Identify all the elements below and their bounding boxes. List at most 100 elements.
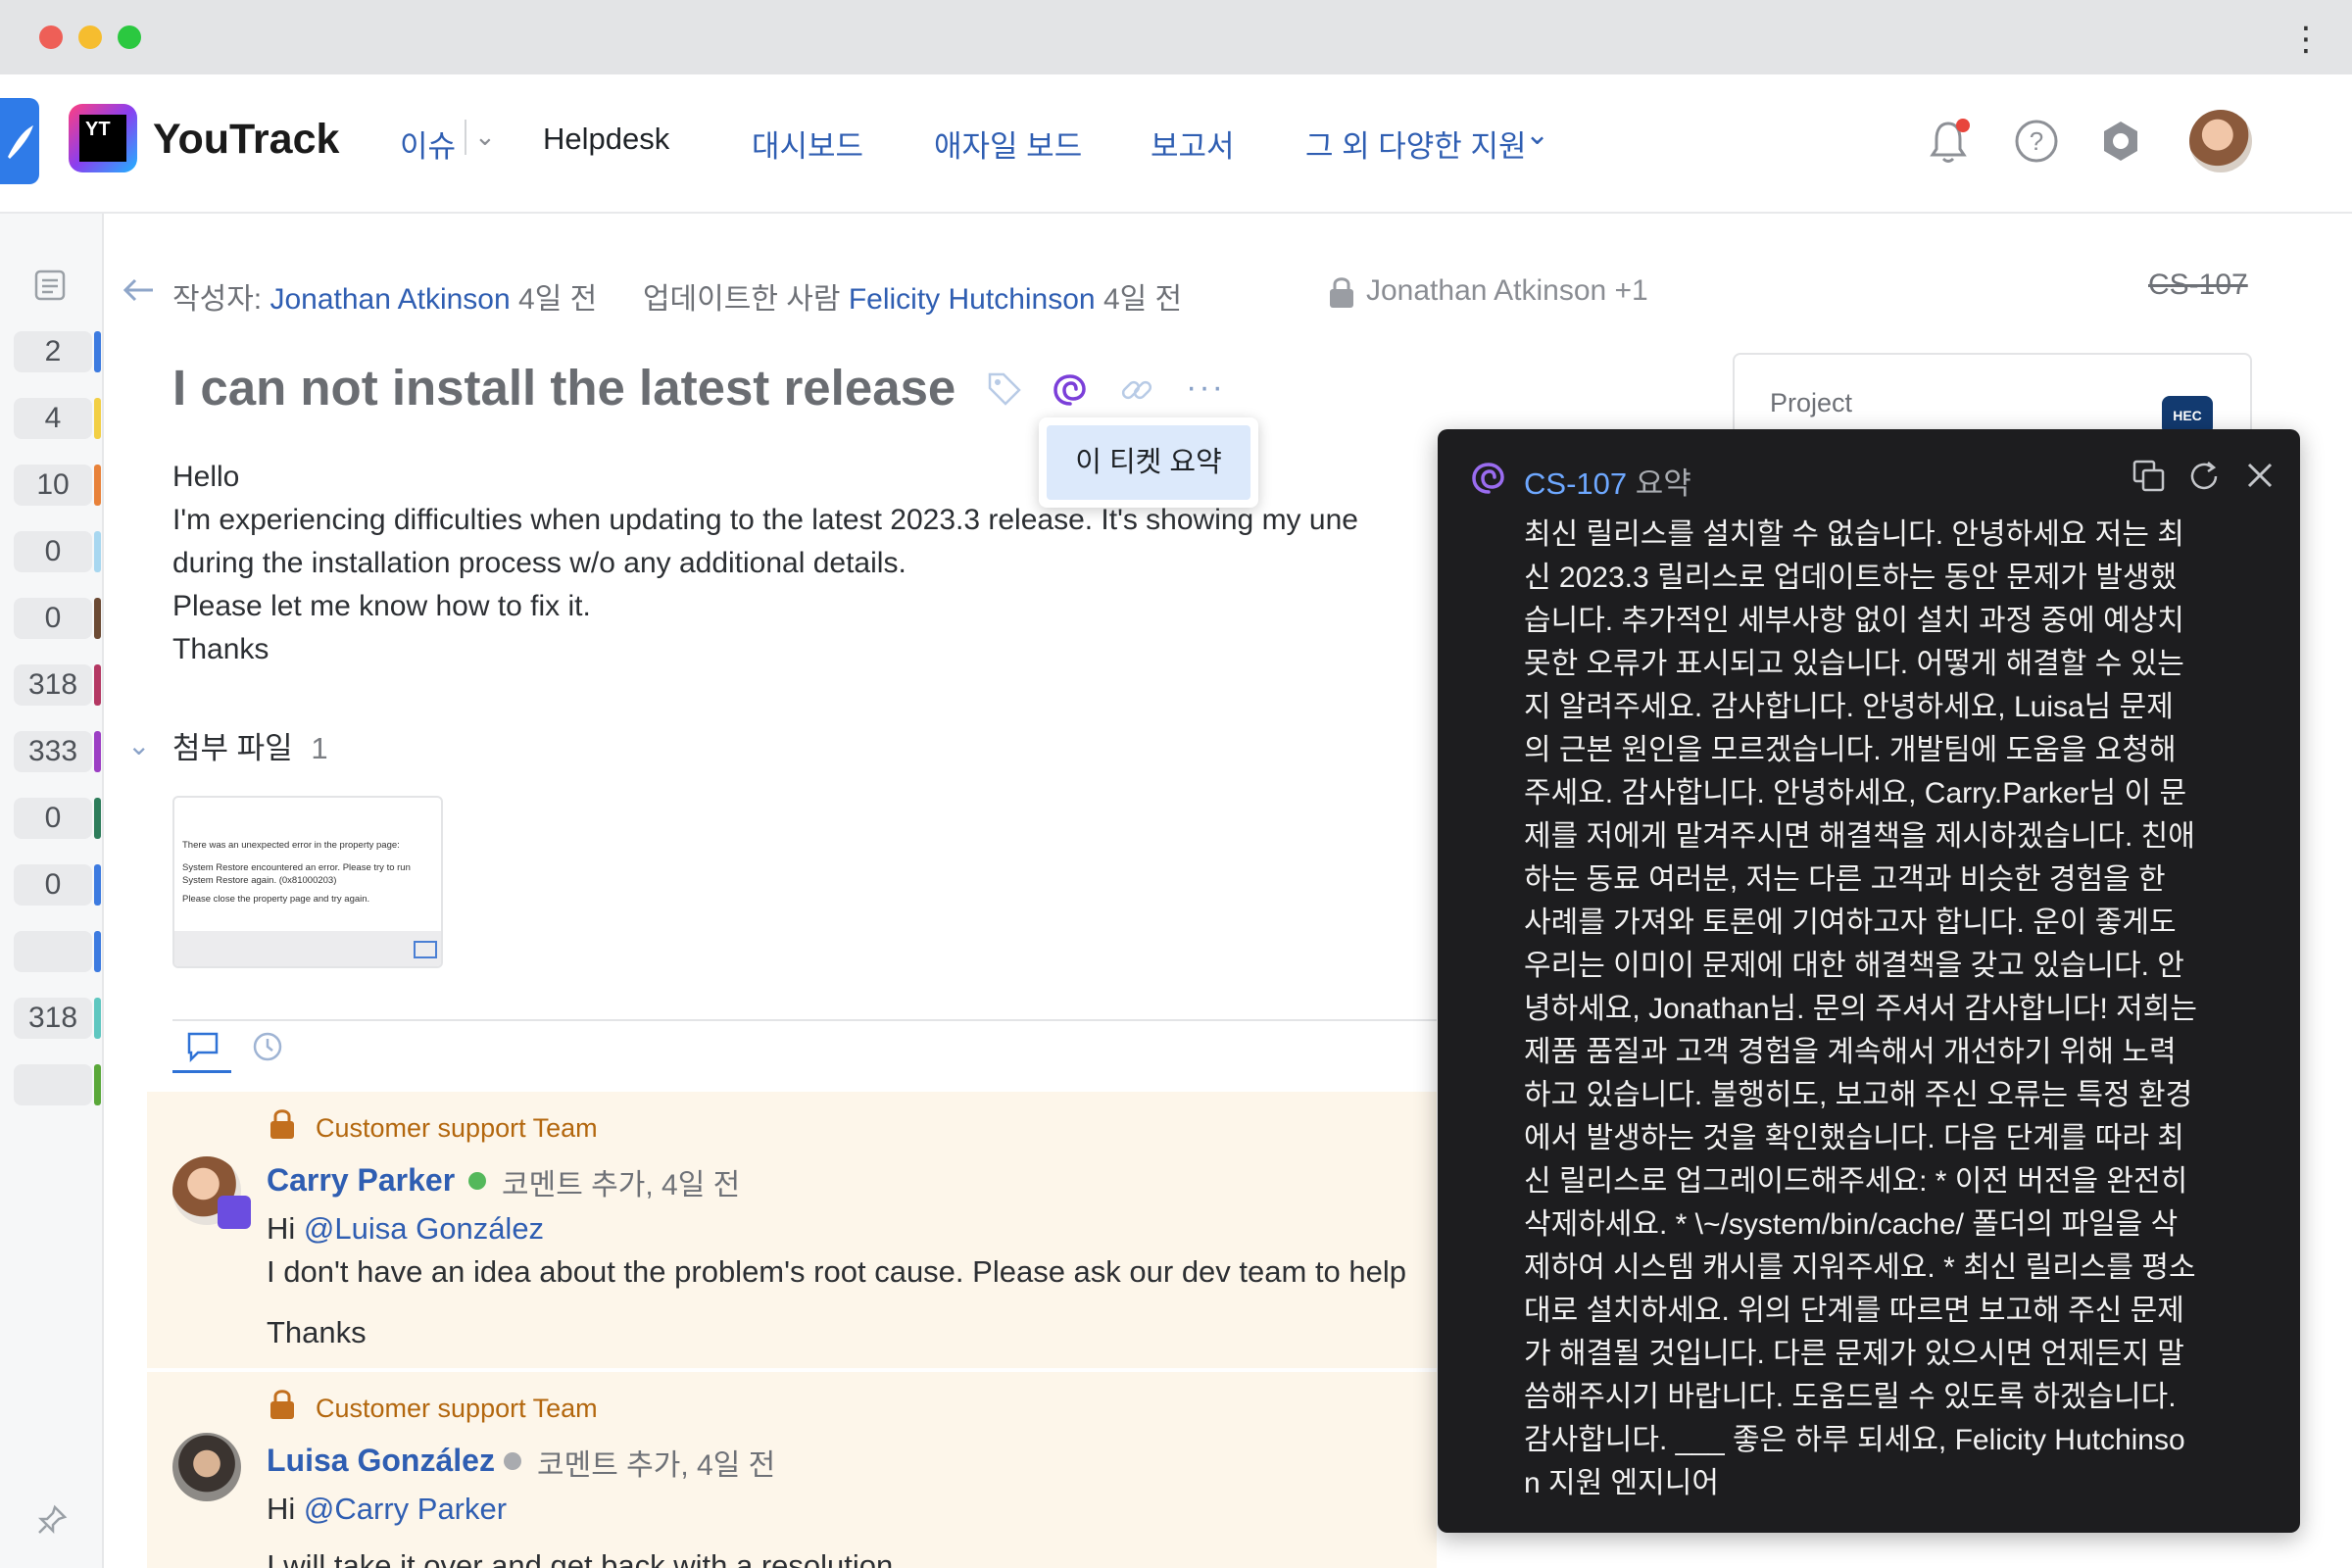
copy-icon[interactable]	[2132, 459, 2167, 499]
mention-link[interactable]: @Carry Parker	[304, 1492, 507, 1526]
brand-name: YouTrack	[153, 116, 340, 163]
color-marker	[94, 798, 101, 839]
maximize-window-button[interactable]	[118, 25, 141, 49]
close-window-button[interactable]	[39, 25, 63, 49]
window-titlebar: ⋮	[0, 0, 2352, 74]
top-navigation: YT YouTrack 이슈 ⌄ Helpdesk 대시보드 애자일 보드 보고…	[0, 74, 2352, 214]
saved-search-count[interactable]: 4	[14, 398, 92, 439]
pin-icon[interactable]	[35, 1503, 69, 1542]
color-marker	[94, 864, 101, 906]
comment-greeting: Hi	[267, 1492, 296, 1526]
chevron-down-icon[interactable]: ⌄	[127, 729, 150, 761]
nav-agile-boards[interactable]: 애자일 보드	[934, 122, 1082, 166]
saved-search-count[interactable]: 0	[14, 864, 92, 906]
updated-label: 업데이트한 사람	[642, 283, 841, 316]
lock-icon	[269, 1107, 296, 1146]
more-horizontal-icon[interactable]: ···	[1186, 368, 1225, 407]
color-marker	[94, 998, 101, 1039]
updater-link[interactable]: Felicity Hutchinson	[849, 283, 1096, 316]
chevron-down-icon[interactable]: ⌄	[474, 122, 496, 152]
thumb-text: Please close the property page and try a…	[182, 894, 370, 905]
saved-search-count[interactable]: 333	[14, 731, 92, 772]
summary-header: CS-107 요약	[1524, 459, 1691, 503]
color-marker	[94, 598, 101, 639]
tabs-divider	[172, 1019, 1437, 1021]
youtrack-logo[interactable]: YT	[69, 104, 137, 172]
comment-mention-line: Hi @Carry Parker	[267, 1492, 507, 1527]
nav-divider	[465, 120, 466, 155]
comments-tab-icon[interactable]	[186, 1031, 220, 1067]
ai-assistant-icon[interactable]	[1051, 370, 1090, 415]
project-field-label: Project	[1770, 388, 1853, 417]
user-avatar[interactable]	[2189, 110, 2252, 172]
list-icon[interactable]	[33, 269, 67, 307]
menu-item-summarize[interactable]: 이 티켓 요약	[1047, 425, 1250, 500]
thumb-text: There was an unexpected error in the pro…	[182, 840, 400, 851]
youtrack-badge-icon	[218, 1196, 251, 1229]
refresh-icon[interactable]	[2186, 459, 2222, 499]
saved-search-count[interactable]: 2	[14, 331, 92, 372]
attachment-thumbnail[interactable]: There was an unexpected error in the pro…	[172, 796, 443, 968]
link-icon[interactable]	[1117, 370, 1156, 415]
help-icon[interactable]: ?	[2013, 118, 2060, 170]
saved-search-count[interactable]: 318	[14, 998, 92, 1039]
active-tab-indicator	[172, 1070, 231, 1073]
commenter-avatar[interactable]	[172, 1433, 241, 1501]
nav-dashboards[interactable]: 대시보드	[752, 122, 863, 166]
saved-search-count[interactable]: 0	[14, 798, 92, 839]
history-tab-icon[interactable]	[251, 1029, 284, 1067]
saved-search-count[interactable]: 10	[14, 465, 92, 506]
feather-icon[interactable]	[0, 98, 39, 184]
svg-text:?: ?	[2030, 126, 2043, 156]
settings-icon[interactable]	[2097, 118, 2144, 170]
comment-text: I will take it over and get back with a …	[267, 1548, 894, 1568]
issue-id[interactable]: CS-107	[2148, 269, 2248, 302]
saved-search-count[interactable]: 0	[14, 598, 92, 639]
summary-issue-link[interactable]: CS-107	[1524, 466, 1627, 501]
close-icon[interactable]	[2243, 459, 2277, 497]
offline-status-dot	[504, 1452, 521, 1470]
issue-meta: 작성자: Jonathan Atkinson 4일 전 업데이트한 사람 Fel…	[172, 274, 1182, 318]
saved-search-count[interactable]	[14, 1064, 92, 1105]
visibility-label[interactable]: Jonathan Atkinson +1	[1366, 274, 1648, 308]
comment-text: Thanks	[267, 1315, 367, 1349]
comment-author[interactable]: Carry Parker	[267, 1162, 455, 1199]
summary-label: 요약	[1635, 466, 1691, 501]
bell-icon[interactable]	[1927, 118, 1970, 170]
more-vertical-icon[interactable]: ⋮	[2289, 20, 2323, 59]
nav-issues[interactable]: 이슈	[400, 122, 456, 166]
comment-mention-line: Hi @Luisa González	[267, 1211, 544, 1247]
color-marker	[94, 931, 101, 972]
nav-reports[interactable]: 보고서	[1151, 122, 1235, 166]
author-time: 4일 전	[518, 283, 598, 316]
saved-search-count[interactable]: 318	[14, 664, 92, 706]
attachments-header[interactable]: 첨부 파일 1	[172, 723, 328, 767]
chevron-down-icon[interactable]: ⌄	[1525, 118, 1549, 152]
color-marker	[94, 398, 101, 439]
summary-text: 최신 릴리스를 설치할 수 없습니다. 안녕하세요 저는 최신 2023.3 릴…	[1524, 518, 2197, 1499]
minimize-window-button[interactable]	[78, 25, 102, 49]
comment-meta: 코멘트 추가, 4일 전	[537, 1449, 776, 1482]
comment-visibility-team[interactable]: Customer support Team	[316, 1394, 598, 1424]
comment-visibility-team[interactable]: Customer support Team	[316, 1113, 598, 1144]
issue-title[interactable]: I can not install the latest release	[172, 359, 956, 416]
ai-summary-popup: CS-107 요약 최신 릴리스를 설치할 수 없습니다. 안녕하세요 저는 최…	[1438, 429, 2300, 1533]
issue-actions-menu: 이 티켓 요약	[1039, 417, 1258, 508]
mention-link[interactable]: @Luisa González	[304, 1211, 544, 1246]
nav-more[interactable]: 그 외 다양한 지원	[1305, 122, 1526, 166]
comment-meta: 코멘트 추가, 4일 전	[502, 1169, 741, 1201]
author-link[interactable]: Jonathan Atkinson	[270, 283, 510, 316]
left-sidebar: 2 4 10 0 0 318 333 0 0 318	[0, 214, 104, 1568]
nav-helpdesk[interactable]: Helpdesk	[543, 122, 669, 157]
back-arrow-icon[interactable]	[120, 276, 155, 309]
tag-icon[interactable]	[986, 370, 1023, 413]
saved-search-count[interactable]: 0	[14, 531, 92, 572]
logo-badge: YT	[79, 115, 126, 162]
author-label: 작성자:	[172, 283, 263, 316]
comment-text: I don't have an idea about the problem's…	[267, 1254, 1407, 1289]
saved-search-count[interactable]	[14, 931, 92, 972]
thumb-text: System Restore encountered an error. Ple…	[182, 862, 411, 886]
comment-author[interactable]: Luisa González	[267, 1443, 495, 1479]
lock-icon	[269, 1388, 296, 1426]
attachments-label: 첨부 파일	[172, 731, 293, 765]
